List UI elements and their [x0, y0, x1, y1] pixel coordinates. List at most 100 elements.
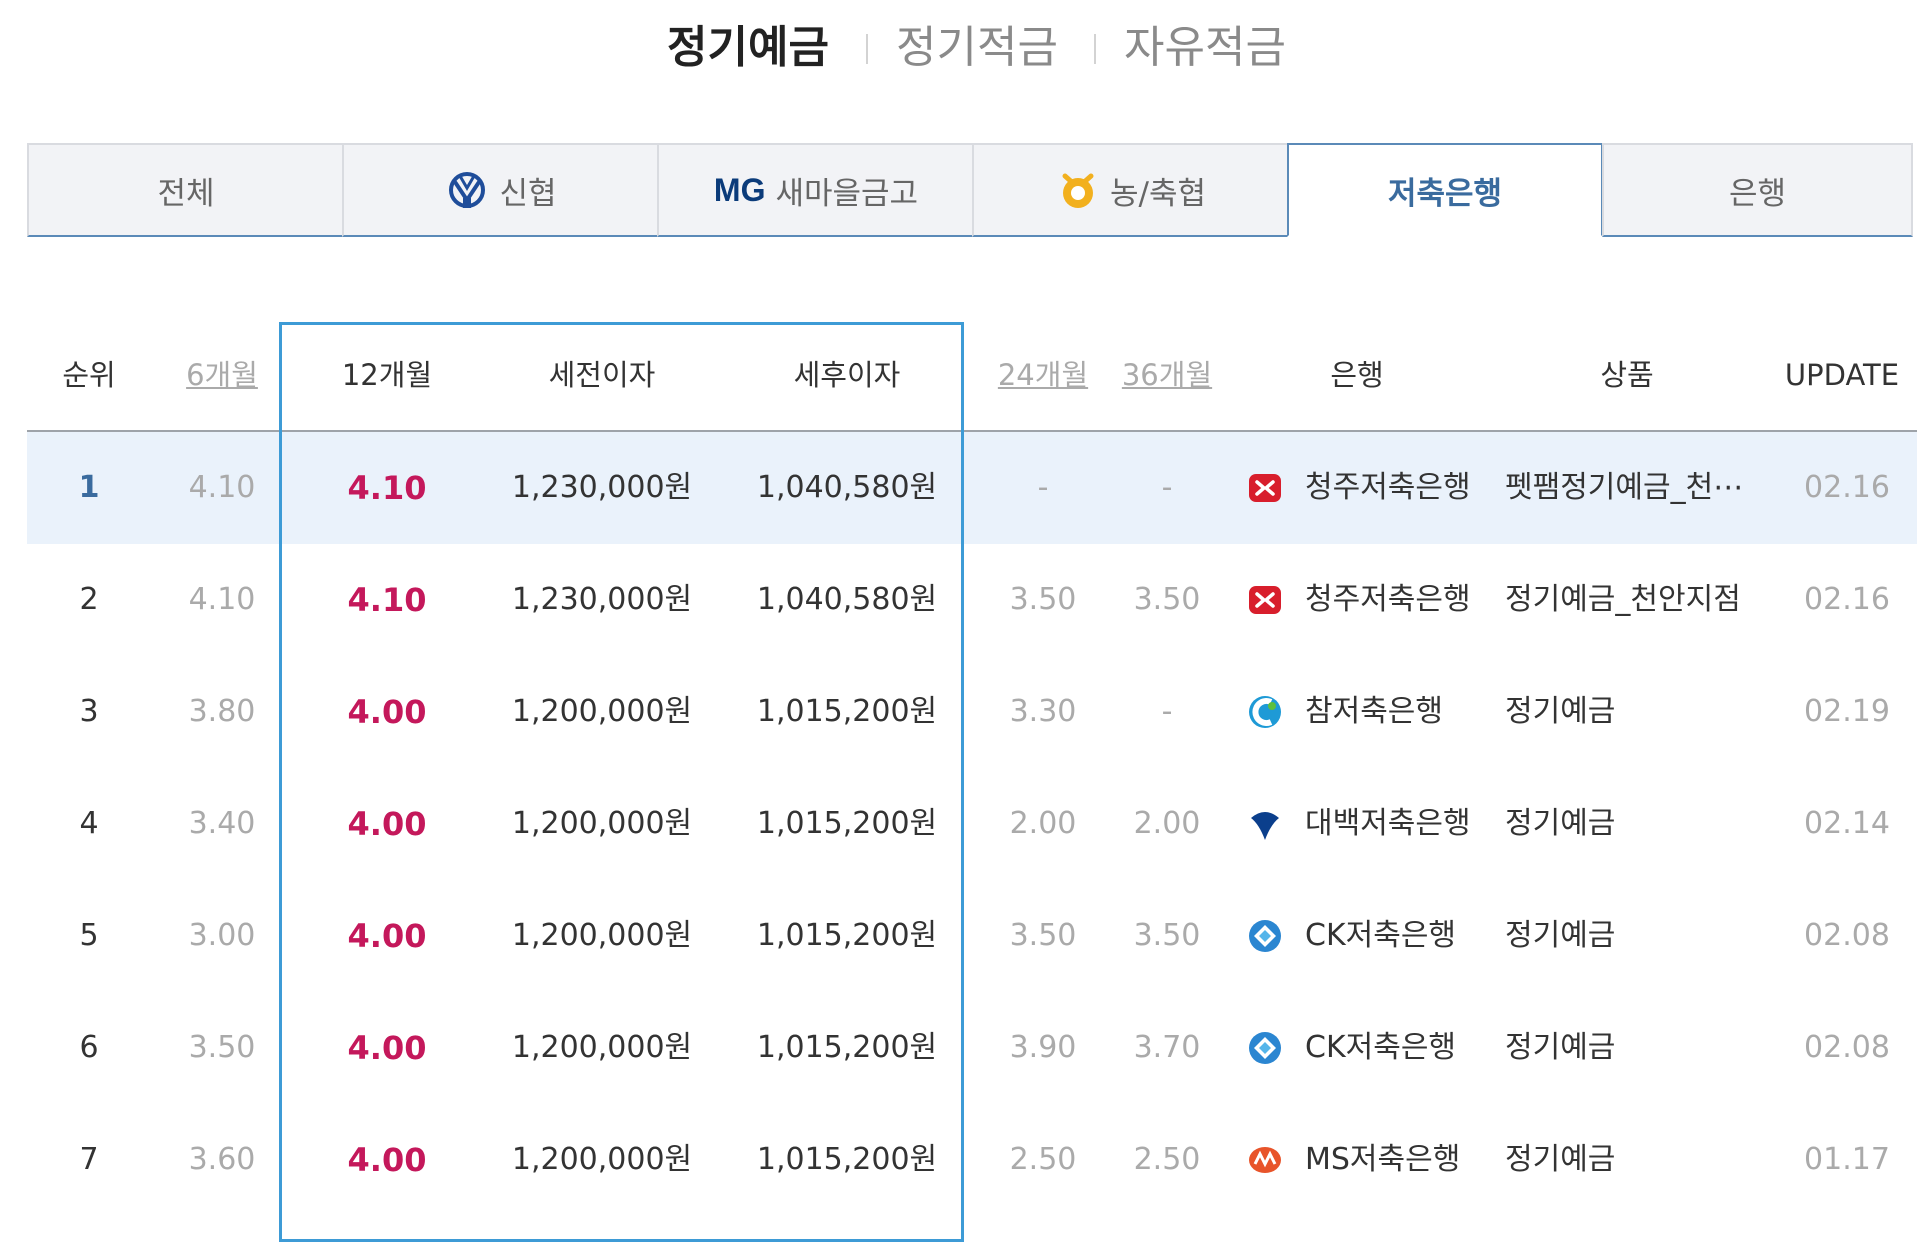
- update-date-cell: 02.08: [1804, 918, 1890, 953]
- tab-divider: [1094, 34, 1096, 64]
- col-pretax-interest: 세전이자: [548, 358, 656, 392]
- update-date-cell: 02.08: [1804, 1030, 1890, 1065]
- tab-label: 전체: [157, 175, 215, 212]
- col-rank: 순위: [62, 358, 116, 392]
- rate-36m-cell: 2.00: [1133, 806, 1201, 841]
- posttax-interest-cell: 1,040,580원: [756, 582, 938, 617]
- pretax-interest-cell: 1,200,000원: [511, 1030, 693, 1065]
- rate-6m-cell: 3.40: [188, 806, 256, 841]
- rate-36m-cell: -: [1161, 470, 1173, 505]
- posttax-interest-cell: 1,015,200원: [756, 1030, 938, 1065]
- rank-cell: 5: [79, 918, 99, 953]
- col-24-months[interactable]: 24개월: [983, 320, 1103, 430]
- tab-all[interactable]: 전체: [27, 143, 343, 237]
- tab-shinhyup[interactable]: 신협: [342, 143, 658, 237]
- update-date-cell: 02.19: [1804, 694, 1890, 729]
- update-date-cell: 02.16: [1804, 582, 1890, 617]
- rate-36m-cell: 2.50: [1133, 1142, 1201, 1177]
- rate-12m-cell: 4.00: [347, 693, 427, 731]
- pretax-interest-cell: 1,200,000원: [511, 1142, 693, 1177]
- bank-name-cell: 청주저축은행: [1305, 470, 1471, 505]
- rank-cell: 4: [79, 806, 99, 841]
- col-6-months[interactable]: 6개월: [167, 320, 277, 430]
- tab-fixed-deposit[interactable]: 정기예금: [667, 18, 829, 78]
- rate-24m-cell: 2.00: [1009, 806, 1077, 841]
- posttax-interest-cell: 1,015,200원: [756, 1142, 938, 1177]
- pretax-interest-cell: 1,230,000원: [511, 470, 693, 505]
- tab-free-savings[interactable]: 자유적금: [1124, 18, 1286, 78]
- col-update: UPDATE: [1784, 358, 1900, 392]
- update-date-cell: 02.16: [1804, 470, 1890, 505]
- rate-24m-cell: 2.50: [1009, 1142, 1077, 1177]
- rank-cell: 1: [78, 470, 100, 505]
- deposit-type-tabs: 정기예금 정기적금 자유적금: [0, 18, 1928, 78]
- table-row[interactable]: 1 4.10 4.10 1,230,000원 1,040,580원 - - 청주저축은행 펫팸정…: [27, 432, 1917, 544]
- rank-cell: 3: [79, 694, 99, 729]
- daebaek-bank-icon: [1247, 806, 1283, 842]
- pretax-interest-cell: 1,230,000원: [511, 582, 693, 617]
- tab-savings-bank[interactable]: 저축은행: [1287, 143, 1603, 237]
- tab-label: 농/축협: [1109, 175, 1206, 212]
- posttax-interest-cell: 1,015,200원: [756, 806, 938, 841]
- cheongju-bank-icon: [1247, 582, 1283, 618]
- tab-label: 새마을금고: [775, 175, 919, 212]
- col-product: 상품: [1600, 358, 1654, 392]
- col-12-months: 12개월: [341, 358, 433, 392]
- product-name-cell: 정기예금_천안지점: [1505, 582, 1741, 617]
- tab-installment-savings[interactable]: 정기적금: [896, 18, 1058, 78]
- rank-cell: 2: [79, 582, 99, 617]
- tab-nonghyup[interactable]: 농/축협: [972, 143, 1288, 237]
- rate-12m-cell: 4.00: [347, 917, 427, 955]
- tab-saemaeul[interactable]: MG 새마을금고: [657, 143, 973, 237]
- cham-bank-icon: [1247, 694, 1283, 730]
- bank-name-cell: 참저축은행: [1305, 694, 1443, 729]
- rate-36m-cell: 3.50: [1133, 582, 1201, 617]
- bank-name-cell: 청주저축은행: [1305, 582, 1471, 617]
- tab-divider: [866, 34, 868, 64]
- bank-name-cell: CK저축은행: [1305, 918, 1457, 953]
- ck-bank-icon: [1247, 1030, 1283, 1066]
- product-name-cell: 정기예금: [1505, 806, 1616, 841]
- col-36-months[interactable]: 36개월: [1107, 320, 1227, 430]
- ms-bank-icon: [1247, 1142, 1283, 1178]
- rate-24m-cell: 3.90: [1009, 1030, 1077, 1065]
- product-name-cell: 정기예금: [1505, 1030, 1616, 1065]
- update-date-cell: 02.14: [1804, 806, 1890, 841]
- rate-24m-cell: -: [1037, 470, 1049, 505]
- table-row[interactable]: 7 3.60 4.00 1,200,000원 1,015,200원 2.50 2.50 MS저…: [27, 1104, 1917, 1216]
- rate-6m-cell: 4.10: [188, 470, 256, 505]
- table-row[interactable]: 3 3.80 4.00 1,200,000원 1,015,200원 3.30 - 참저축은행 정…: [27, 656, 1917, 768]
- rate-6m-cell: 3.80: [188, 694, 256, 729]
- rate-12m-cell: 4.10: [347, 469, 427, 507]
- mg-logo-icon: MG: [713, 171, 766, 208]
- shinhyup-logo-icon: [445, 168, 489, 212]
- product-name-cell: 펫팸정기예금_천⋯: [1505, 470, 1744, 505]
- tab-bank[interactable]: 은행: [1602, 143, 1913, 237]
- update-date-cell: 01.17: [1804, 1142, 1890, 1177]
- col-posttax-interest: 세후이자: [793, 358, 901, 392]
- rate-12m-cell: 4.10: [347, 581, 427, 619]
- rate-6m-cell: 3.50: [188, 1030, 256, 1065]
- posttax-interest-cell: 1,015,200원: [756, 918, 938, 953]
- table-row[interactable]: 5 3.00 4.00 1,200,000원 1,015,200원 3.50 3.50 CK저…: [27, 880, 1917, 992]
- bank-name-cell: 대백저축은행: [1305, 806, 1471, 841]
- pretax-interest-cell: 1,200,000원: [511, 918, 693, 953]
- institution-tabs: 전체 신협 MG 새마을금고 농/축협 저축은행 은행: [27, 143, 1913, 241]
- pretax-interest-cell: 1,200,000원: [511, 806, 693, 841]
- table-row[interactable]: 6 3.50 4.00 1,200,000원 1,015,200원 3.90 3.70 CK저…: [27, 992, 1917, 1104]
- tab-label: 은행: [1728, 175, 1787, 212]
- ck-bank-icon: [1247, 918, 1283, 954]
- rate-12m-cell: 4.00: [347, 805, 427, 843]
- rate-36m-cell: 3.70: [1133, 1030, 1201, 1065]
- product-name-cell: 정기예금: [1505, 694, 1616, 729]
- nonghyup-logo-icon: [1056, 168, 1100, 212]
- rank-cell: 6: [79, 1030, 99, 1065]
- tab-label: 저축은행: [1387, 175, 1503, 212]
- tab-label: 신협: [499, 175, 557, 212]
- pretax-interest-cell: 1,200,000원: [511, 694, 693, 729]
- table-row[interactable]: 4 3.40 4.00 1,200,000원 1,015,200원 2.00 2.00 대백저…: [27, 768, 1917, 880]
- rate-12m-cell: 4.00: [347, 1029, 427, 1067]
- cheongju-bank-icon: [1247, 470, 1283, 506]
- rate-6m-cell: 3.60: [188, 1142, 256, 1177]
- table-row[interactable]: 2 4.10 4.10 1,230,000원 1,040,580원 3.50 3.50 청주저…: [27, 544, 1917, 656]
